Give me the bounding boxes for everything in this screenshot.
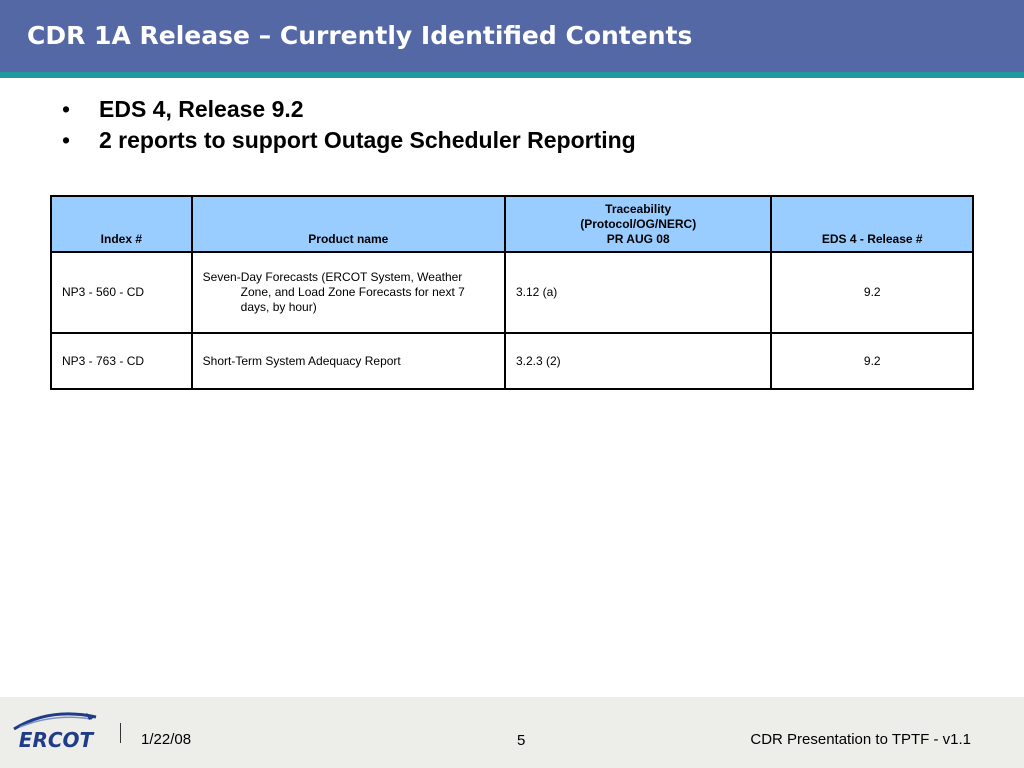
bullet-item: • 2 reports to support Outage Scheduler … bbox=[62, 125, 636, 156]
cell-product-name: Short-Term System Adequacy Report bbox=[190, 332, 506, 390]
title-accent-line bbox=[0, 72, 1024, 78]
cell-index: NP3 - 763 - CD bbox=[50, 332, 193, 390]
cell-product-name: Seven-Day Forecasts (ERCOT System, Weath… bbox=[190, 251, 506, 334]
table-row: NP3 - 763 - CD Short-Term System Adequac… bbox=[50, 332, 974, 390]
cell-index: NP3 - 560 - CD bbox=[50, 251, 193, 334]
presentation-label: CDR Presentation to TPTF - v1.1 bbox=[750, 731, 971, 748]
footer-date: 1/22/08 bbox=[141, 731, 192, 748]
cell-release: 9.2 bbox=[770, 332, 974, 390]
header-traceability-line: PR AUG 08 bbox=[606, 232, 670, 246]
table-header-row: Index # Product name Traceability (Proto… bbox=[50, 195, 974, 253]
contents-table: Index # Product name Traceability (Proto… bbox=[50, 195, 974, 390]
page-number: 5 bbox=[517, 732, 526, 749]
header-product-name: Product name bbox=[190, 195, 506, 253]
bullet-item: • EDS 4, Release 9.2 bbox=[62, 94, 636, 125]
bullet-text: EDS 4, Release 9.2 bbox=[99, 96, 304, 122]
header-traceability: Traceability (Protocol/OG/NERC) PR AUG 0… bbox=[503, 195, 773, 253]
cell-release: 9.2 bbox=[770, 251, 974, 334]
header-index: Index # bbox=[50, 195, 193, 253]
header-traceability-line: (Protocol/OG/NERC) bbox=[580, 217, 697, 231]
cell-traceability: 3.12 (a) bbox=[503, 251, 773, 334]
slide-title: CDR 1A Release – Currently Identified Co… bbox=[27, 21, 693, 50]
title-bar: CDR 1A Release – Currently Identified Co… bbox=[0, 0, 1024, 72]
bullet-dot-icon: • bbox=[62, 96, 71, 122]
ercot-logo: ERCOT bbox=[13, 712, 97, 749]
footer: ERCOT 1/22/08 5 CDR Presentation to TPTF… bbox=[0, 697, 1024, 768]
table-row: NP3 - 560 - CD Seven-Day Forecasts (ERCO… bbox=[50, 251, 974, 334]
bullet-text: 2 reports to support Outage Scheduler Re… bbox=[99, 127, 636, 153]
header-traceability-line: Traceability bbox=[605, 202, 672, 216]
bullet-list: • EDS 4, Release 9.2 • 2 reports to supp… bbox=[62, 94, 636, 156]
footer-divider bbox=[120, 723, 121, 743]
header-release: EDS 4 - Release # bbox=[770, 195, 974, 253]
cell-traceability: 3.2.3 (2) bbox=[503, 332, 773, 390]
bullet-dot-icon: • bbox=[62, 127, 71, 153]
logo-text: ERCOT bbox=[19, 728, 95, 749]
